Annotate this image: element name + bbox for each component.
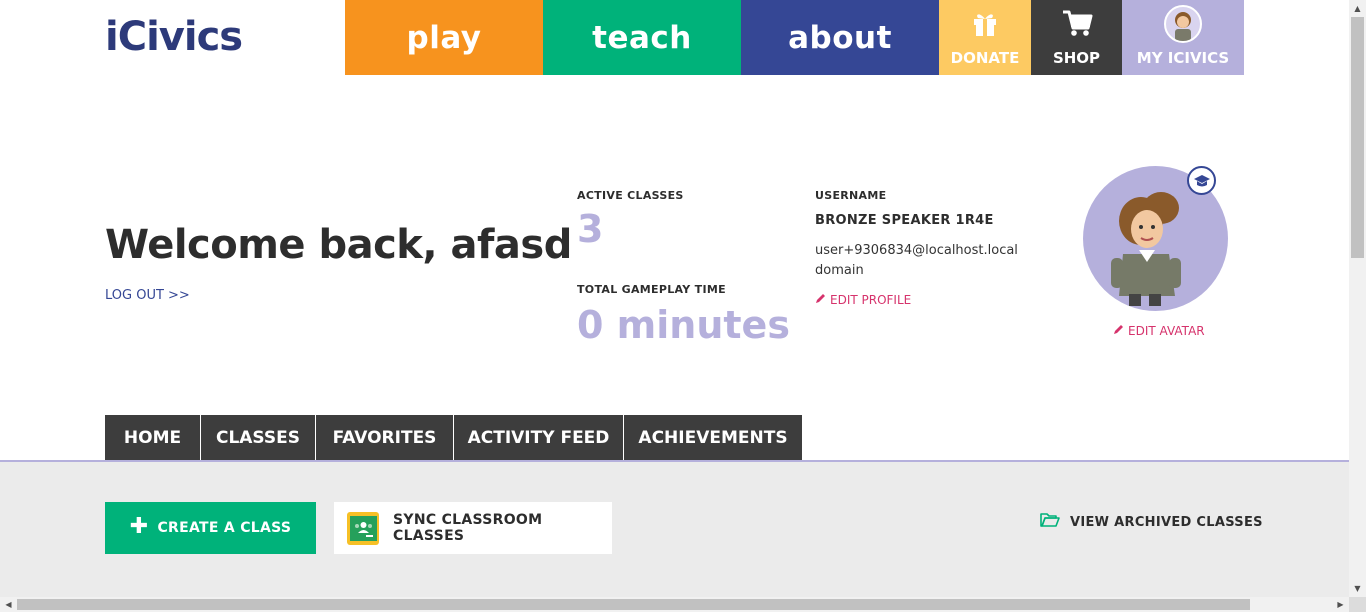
icivics-logo[interactable]: iCivics [105, 14, 295, 60]
logout-link[interactable]: LOG OUT >> [105, 288, 190, 303]
scroll-right-arrow-icon[interactable]: ▶ [1332, 597, 1349, 612]
create-class-button[interactable]: ✚ CREATE A CLASS [105, 502, 316, 554]
scroll-up-arrow-icon[interactable]: ▲ [1349, 0, 1366, 17]
edit-profile-link[interactable]: EDIT PROFILE [815, 293, 911, 307]
pencil-icon [1113, 324, 1124, 338]
view-archived-classes-link[interactable]: VIEW ARCHIVED CLASSES [1040, 512, 1263, 532]
create-class-label: CREATE A CLASS [157, 520, 292, 536]
gameplay-time-value: 0 minutes [577, 303, 790, 347]
username-value: BRONZE SPEAKER 1R4E [815, 213, 994, 228]
edit-avatar-link[interactable]: EDIT AVATAR [1113, 324, 1205, 338]
sync-classroom-label: SYNC CLASSROOM CLASSES [393, 512, 543, 544]
nav-teach[interactable]: teach [543, 0, 741, 75]
edit-profile-label: EDIT PROFILE [830, 293, 912, 307]
nav-shop[interactable]: SHOP [1031, 0, 1122, 75]
welcome-heading: Welcome back, afasd [105, 222, 572, 268]
graduation-cap-icon [1187, 166, 1216, 195]
tab-activity-feed[interactable]: ACTIVITY FEED [454, 415, 624, 461]
vertical-scroll-thumb[interactable] [1351, 17, 1364, 258]
dashboard-tabs: HOME CLASSES FAVORITES ACTIVITY FEED ACH… [105, 415, 802, 461]
gift-icon [970, 8, 1000, 42]
nav-donate-label: DONATE [950, 49, 1020, 67]
scrollbar-corner [1349, 597, 1366, 612]
folder-open-icon [1040, 512, 1060, 532]
tab-classes[interactable]: CLASSES [201, 415, 316, 461]
nav-my-icivics-label: MY ICIVICS [1136, 49, 1230, 67]
active-classes-value: 3 [577, 207, 604, 251]
active-classes-label: ACTIVE CLASSES [577, 189, 684, 202]
google-classroom-icon [347, 511, 379, 545]
email-value: user+9306834@localhost.localdomain [815, 243, 1018, 278]
username-label: USERNAME [815, 189, 887, 202]
nav-donate[interactable]: DONATE [939, 0, 1031, 75]
edit-avatar-label: EDIT AVATAR [1128, 324, 1205, 338]
sync-classroom-button[interactable]: SYNC CLASSROOM CLASSES [334, 502, 612, 554]
nav-play[interactable]: play [345, 0, 543, 75]
view-archived-label: VIEW ARCHIVED CLASSES [1070, 514, 1263, 530]
gameplay-time-label: TOTAL GAMEPLAY TIME [577, 283, 726, 296]
plus-icon: ✚ [129, 513, 149, 539]
scroll-left-arrow-icon[interactable]: ◀ [0, 597, 17, 612]
horizontal-scrollbar[interactable]: ◀ ▶ [0, 597, 1349, 612]
nav-shop-label: SHOP [1052, 49, 1101, 67]
user-avatar-icon [1164, 5, 1202, 43]
nav-about[interactable]: about [741, 0, 939, 75]
tab-favorites[interactable]: FAVORITES [316, 415, 454, 461]
logo-text: iCivics [105, 14, 243, 60]
cart-icon [1061, 8, 1093, 42]
tab-achievements[interactable]: ACHIEVEMENTS [624, 415, 802, 461]
tab-home[interactable]: HOME [105, 415, 201, 461]
nav-my-icivics[interactable]: MY ICIVICS [1122, 0, 1244, 75]
horizontal-scroll-thumb[interactable] [17, 599, 1250, 610]
scroll-down-arrow-icon[interactable]: ▼ [1349, 580, 1366, 597]
vertical-scrollbar[interactable]: ▲ ▼ [1349, 0, 1366, 597]
pencil-icon [815, 293, 826, 307]
